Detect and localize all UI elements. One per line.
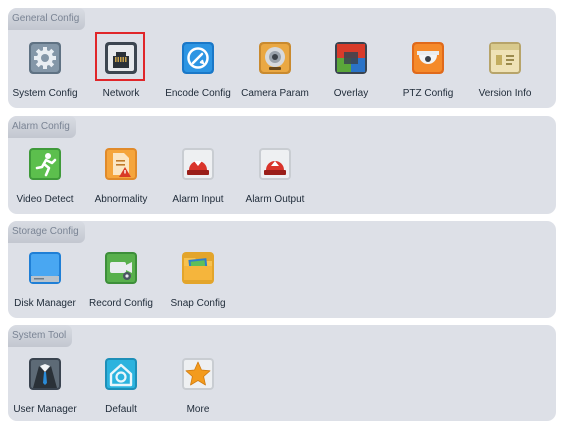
alarm-output-icon [259,148,291,180]
star-icon [182,358,214,390]
item-system-config[interactable]: System Config [7,36,83,104]
item-more[interactable]: More [160,352,236,420]
section-title-storage-config: Storage Config [8,221,85,243]
item-ptz-config[interactable]: PTZ Config [390,36,466,104]
item-version-info[interactable]: Version Info [467,36,543,104]
dome-camera-icon [412,42,444,74]
alarm-input-icon [182,148,214,180]
overlay-icon [335,42,367,74]
record-config-icon [105,252,137,284]
section-storage-config: Storage Config Disk Manager Record Confi… [8,221,556,318]
version-info-icon [489,42,521,74]
encode-icon [182,42,214,74]
label-version-info: Version Info [478,88,532,99]
section-title-general-config: General Config [8,8,86,30]
disk-icon [29,252,61,284]
item-overlay[interactable]: Overlay [313,36,389,104]
section-system-tool: System Tool User Manager Default More [8,325,556,421]
section-title-alarm-config: Alarm Config [8,116,76,138]
item-alarm-input[interactable]: Alarm Input [160,142,236,210]
webcam-icon [259,42,291,74]
item-user-manager[interactable]: User Manager [7,352,83,420]
label-snap-config: Snap Config [170,298,226,309]
item-disk-manager[interactable]: Disk Manager [7,246,83,314]
motion-detect-icon [29,148,61,180]
item-video-detect[interactable]: Video Detect [7,142,83,210]
ethernet-port-icon [105,42,137,74]
item-alarm-output[interactable]: Alarm Output [237,142,313,210]
item-camera-param[interactable]: Camera Param [237,36,313,104]
user-icon [29,358,61,390]
item-snap-config[interactable]: Snap Config [160,246,236,314]
label-more: More [186,404,210,415]
abnormality-document-icon [105,148,137,180]
item-default[interactable]: Default [83,352,159,420]
label-alarm-output: Alarm Output [245,194,305,205]
section-general-config: General Config System Config Network Enc… [8,8,556,108]
item-encode-config[interactable]: Encode Config [160,36,236,104]
folder-icon [182,252,214,284]
item-network[interactable]: Network [83,32,159,104]
section-alarm-config: Alarm Config Video Detect Abnormality Al… [8,116,556,214]
section-title-system-tool: System Tool [8,325,73,347]
item-abnormality[interactable]: Abnormality [83,142,159,210]
item-record-config[interactable]: Record Config [83,246,159,314]
gear-icon [29,42,61,74]
config-menu-page: General Config System Config Network Enc… [0,0,562,421]
default-home-icon [105,358,137,390]
